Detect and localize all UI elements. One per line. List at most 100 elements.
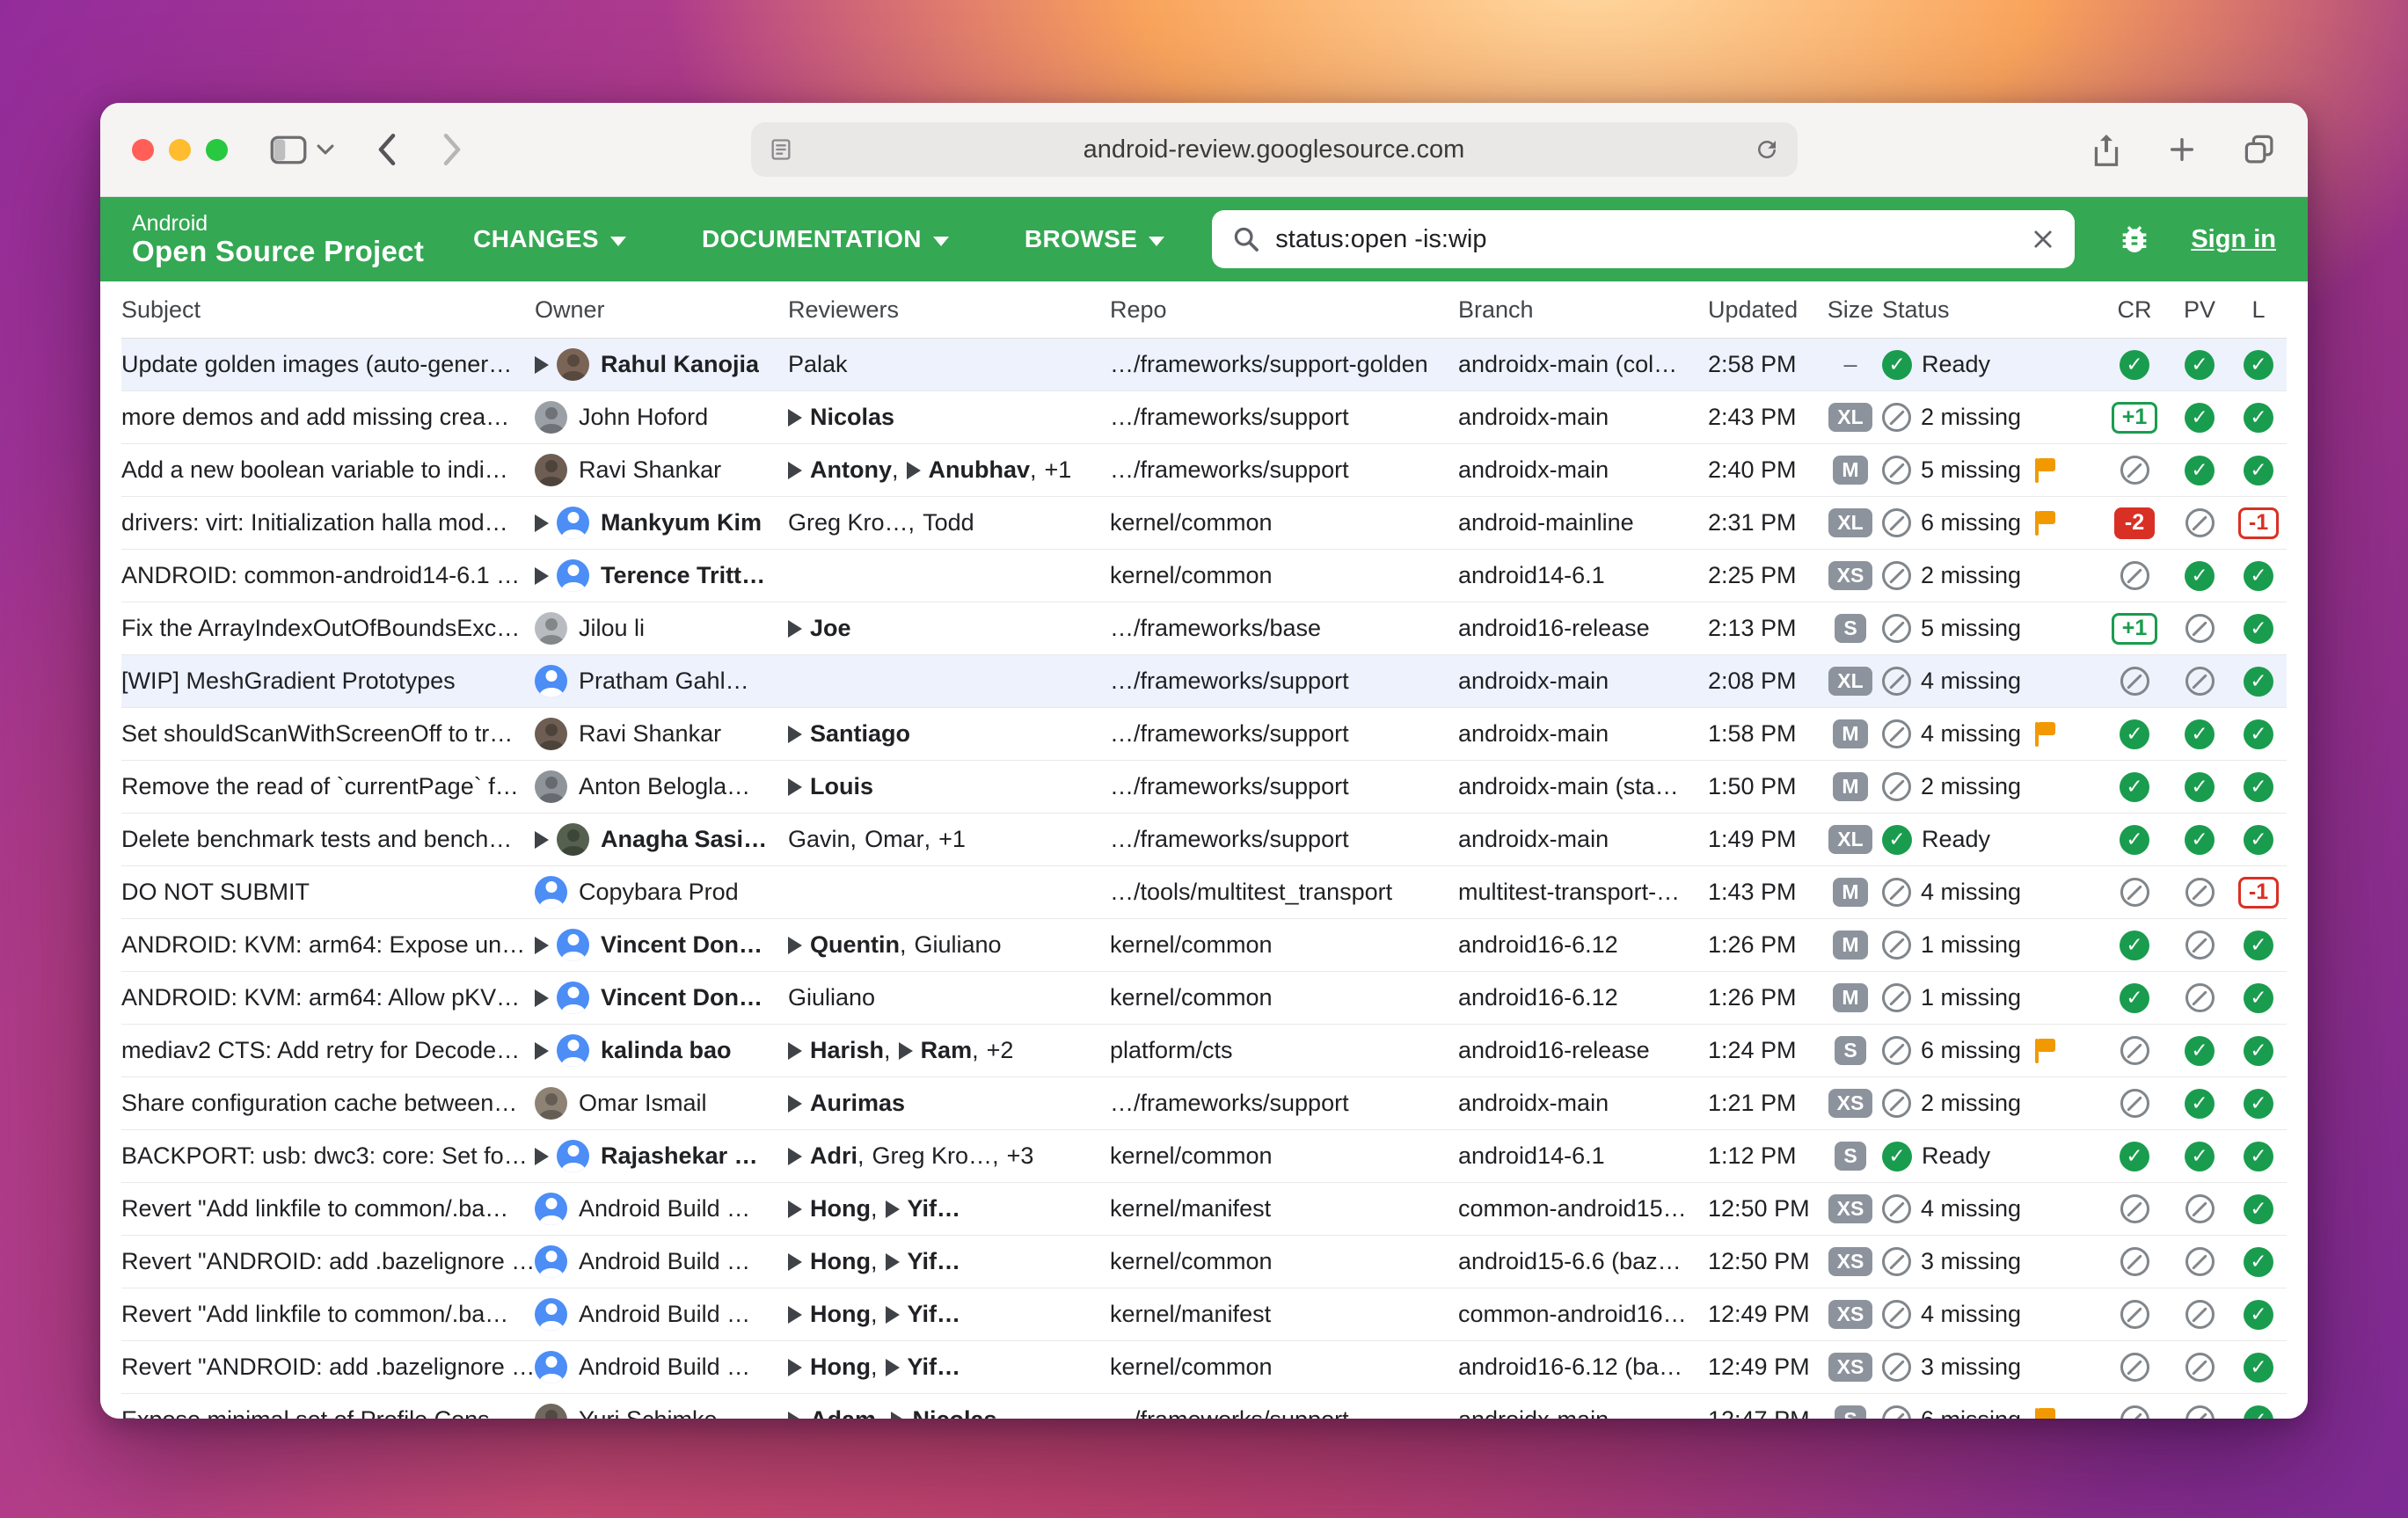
reload-button[interactable] xyxy=(1754,136,1780,163)
menu-browse[interactable]: BROWSE xyxy=(1025,225,1164,253)
change-branch[interactable]: androidx-main xyxy=(1458,826,1708,853)
change-repo[interactable]: …/frameworks/support xyxy=(1110,826,1458,853)
minimize-window-button[interactable] xyxy=(169,139,191,161)
change-row[interactable]: DO NOT SUBMIT Copybara Prod …/tools/mult… xyxy=(121,866,2287,919)
change-row[interactable]: Fix the ArrayIndexOutOfBoundsExc… Jilou … xyxy=(121,602,2287,655)
change-row[interactable]: drivers: virt: Initialization halla mod…… xyxy=(121,497,2287,550)
change-owner[interactable]: Ravi Shankar xyxy=(535,454,788,486)
change-repo[interactable]: kernel/common xyxy=(1110,509,1458,536)
change-subject[interactable]: drivers: virt: Initialization halla mod… xyxy=(121,509,535,536)
change-branch[interactable]: android16-release xyxy=(1458,615,1708,642)
change-reviewers[interactable]: Giuliano xyxy=(788,984,1110,1011)
change-subject[interactable]: ANDROID: common-android14-6.1 … xyxy=(121,562,535,589)
change-subject[interactable]: DO NOT SUBMIT xyxy=(121,879,535,906)
change-branch[interactable]: androidx-main xyxy=(1458,668,1708,695)
change-owner[interactable]: Vincent Donn… xyxy=(535,929,788,961)
change-owner[interactable]: Vincent Donn… xyxy=(535,982,788,1014)
change-branch[interactable]: android-mainline xyxy=(1458,509,1708,536)
bug-report-icon[interactable] xyxy=(2117,222,2152,257)
change-repo[interactable]: …/frameworks/support xyxy=(1110,720,1458,748)
change-owner[interactable]: Android Build … xyxy=(535,1298,788,1331)
change-row[interactable]: Set shouldScanWithScreenOff to tr… Ravi … xyxy=(121,708,2287,761)
change-repo[interactable]: …/frameworks/support xyxy=(1110,1090,1458,1117)
menu-documentation[interactable]: DOCUMENTATION xyxy=(702,225,949,253)
share-button[interactable] xyxy=(2091,132,2121,167)
change-owner[interactable]: Rajashekar K… xyxy=(535,1140,788,1172)
change-row[interactable]: Revert "Add linkfile to common/.ba… Andr… xyxy=(121,1183,2287,1236)
change-reviewers[interactable]: Hong,Yif… xyxy=(788,1248,1110,1275)
search-bar[interactable]: status:open -is:wip xyxy=(1212,210,2075,268)
change-owner[interactable]: Rahul Kanojia xyxy=(535,348,788,381)
close-window-button[interactable] xyxy=(132,139,154,161)
change-subject[interactable]: Expose minimal set of Profile Cons… xyxy=(121,1406,535,1419)
change-branch[interactable]: androidx-main xyxy=(1458,1090,1708,1117)
change-branch[interactable]: androidx-main xyxy=(1458,720,1708,748)
change-owner[interactable]: Copybara Prod xyxy=(535,876,788,909)
change-reviewers[interactable]: Nicolas xyxy=(788,404,1110,431)
change-owner[interactable]: Mankyum Kim xyxy=(535,507,788,539)
change-row[interactable]: Revert "ANDROID: add .bazelignore … Andr… xyxy=(121,1341,2287,1394)
change-branch[interactable]: androidx-main xyxy=(1458,1406,1708,1419)
change-repo[interactable]: kernel/common xyxy=(1110,1142,1458,1170)
change-row[interactable]: [WIP] MeshGradient Prototypes Pratham Ga… xyxy=(121,655,2287,708)
change-reviewers[interactable]: Greg Kro…,Todd xyxy=(788,509,1110,536)
change-subject[interactable]: Share configuration cache between… xyxy=(121,1090,535,1117)
change-subject[interactable]: ANDROID: KVM: arm64: Expose un… xyxy=(121,931,535,959)
change-subject[interactable]: [WIP] MeshGradient Prototypes xyxy=(121,668,535,695)
change-subject[interactable]: Fix the ArrayIndexOutOfBoundsExc… xyxy=(121,615,535,642)
change-repo[interactable]: …/frameworks/base xyxy=(1110,615,1458,642)
change-row[interactable]: ANDROID: common-android14-6.1 … Terence … xyxy=(121,550,2287,602)
change-branch[interactable]: android16-6.12 (ba… xyxy=(1458,1354,1708,1381)
change-branch[interactable]: android15-6.6 (baz… xyxy=(1458,1248,1708,1275)
search-input[interactable]: status:open -is:wip xyxy=(1275,225,1486,254)
change-branch[interactable]: android16-6.12 xyxy=(1458,984,1708,1011)
change-reviewers[interactable]: Louis xyxy=(788,773,1110,800)
change-owner[interactable]: Anagha Sasik… xyxy=(535,823,788,856)
change-reviewers[interactable]: Hong,Yif… xyxy=(788,1301,1110,1328)
change-owner[interactable]: Omar Ismail xyxy=(535,1087,788,1120)
change-row[interactable]: mediav2 CTS: Add retry for Decode… kalin… xyxy=(121,1025,2287,1077)
change-owner[interactable]: Pratham Gahl… xyxy=(535,665,788,697)
change-row[interactable]: Delete benchmark tests and bench… Anagha… xyxy=(121,814,2287,866)
change-branch[interactable]: android16-6.12 xyxy=(1458,931,1708,959)
change-subject[interactable]: Revert "Add linkfile to common/.ba… xyxy=(121,1301,535,1328)
back-button[interactable] xyxy=(374,131,400,168)
new-tab-button[interactable] xyxy=(2167,135,2197,164)
change-branch[interactable]: androidx-main (sta… xyxy=(1458,773,1708,800)
change-row[interactable]: Remove the read of `currentPage` f… Anto… xyxy=(121,761,2287,814)
change-reviewers[interactable]: Harish,Ram,+2 xyxy=(788,1037,1110,1064)
change-row[interactable]: more demos and add missing crea… John Ho… xyxy=(121,391,2287,444)
change-branch[interactable]: androidx-main xyxy=(1458,404,1708,431)
change-subject[interactable]: Remove the read of `currentPage` f… xyxy=(121,773,535,800)
change-owner[interactable]: Android Build … xyxy=(535,1245,788,1278)
change-reviewers[interactable]: Santiago xyxy=(788,720,1110,748)
change-subject[interactable]: more demos and add missing crea… xyxy=(121,404,535,431)
change-subject[interactable]: Revert "Add linkfile to common/.ba… xyxy=(121,1195,535,1222)
change-reviewers[interactable]: Quentin,Giuliano xyxy=(788,931,1110,959)
change-row[interactable]: ANDROID: KVM: arm64: Allow pKV… Vincent … xyxy=(121,972,2287,1025)
change-row[interactable]: Update golden images (auto-gener… Rahul … xyxy=(121,339,2287,391)
change-repo[interactable]: kernel/common xyxy=(1110,562,1458,589)
change-repo[interactable]: …/frameworks/support xyxy=(1110,668,1458,695)
chevron-down-icon[interactable] xyxy=(316,142,335,157)
change-row[interactable]: Revert "Add linkfile to common/.ba… Andr… xyxy=(121,1288,2287,1341)
change-reviewers[interactable]: Hong,Yif… xyxy=(788,1195,1110,1222)
change-owner[interactable]: Anton Belogla… xyxy=(535,770,788,803)
change-subject[interactable]: Set shouldScanWithScreenOff to tr… xyxy=(121,720,535,748)
change-subject[interactable]: Revert "ANDROID: add .bazelignore … xyxy=(121,1248,535,1275)
address-bar[interactable]: android-review.googlesource.com xyxy=(751,122,1798,177)
change-owner[interactable]: Yuri Schimke xyxy=(535,1404,788,1419)
site-logo[interactable]: Android Open Source Project xyxy=(132,212,424,267)
change-reviewers[interactable]: Adri,Greg Kro…,+3 xyxy=(788,1142,1110,1170)
change-owner[interactable]: Ravi Shankar xyxy=(535,718,788,750)
change-reviewers[interactable]: Palak xyxy=(788,351,1110,378)
change-row[interactable]: Revert "ANDROID: add .bazelignore … Andr… xyxy=(121,1236,2287,1288)
change-branch[interactable]: android16-release xyxy=(1458,1037,1708,1064)
change-subject[interactable]: Revert "ANDROID: add .bazelignore … xyxy=(121,1354,535,1381)
change-repo[interactable]: …/tools/multitest_transport xyxy=(1110,879,1458,906)
change-subject[interactable]: Add a new boolean variable to indi… xyxy=(121,456,535,484)
change-subject[interactable]: ANDROID: KVM: arm64: Allow pKV… xyxy=(121,984,535,1011)
clear-search-icon[interactable] xyxy=(2031,227,2055,252)
menu-changes[interactable]: CHANGES xyxy=(473,225,626,253)
change-owner[interactable]: kalinda bao xyxy=(535,1034,788,1067)
